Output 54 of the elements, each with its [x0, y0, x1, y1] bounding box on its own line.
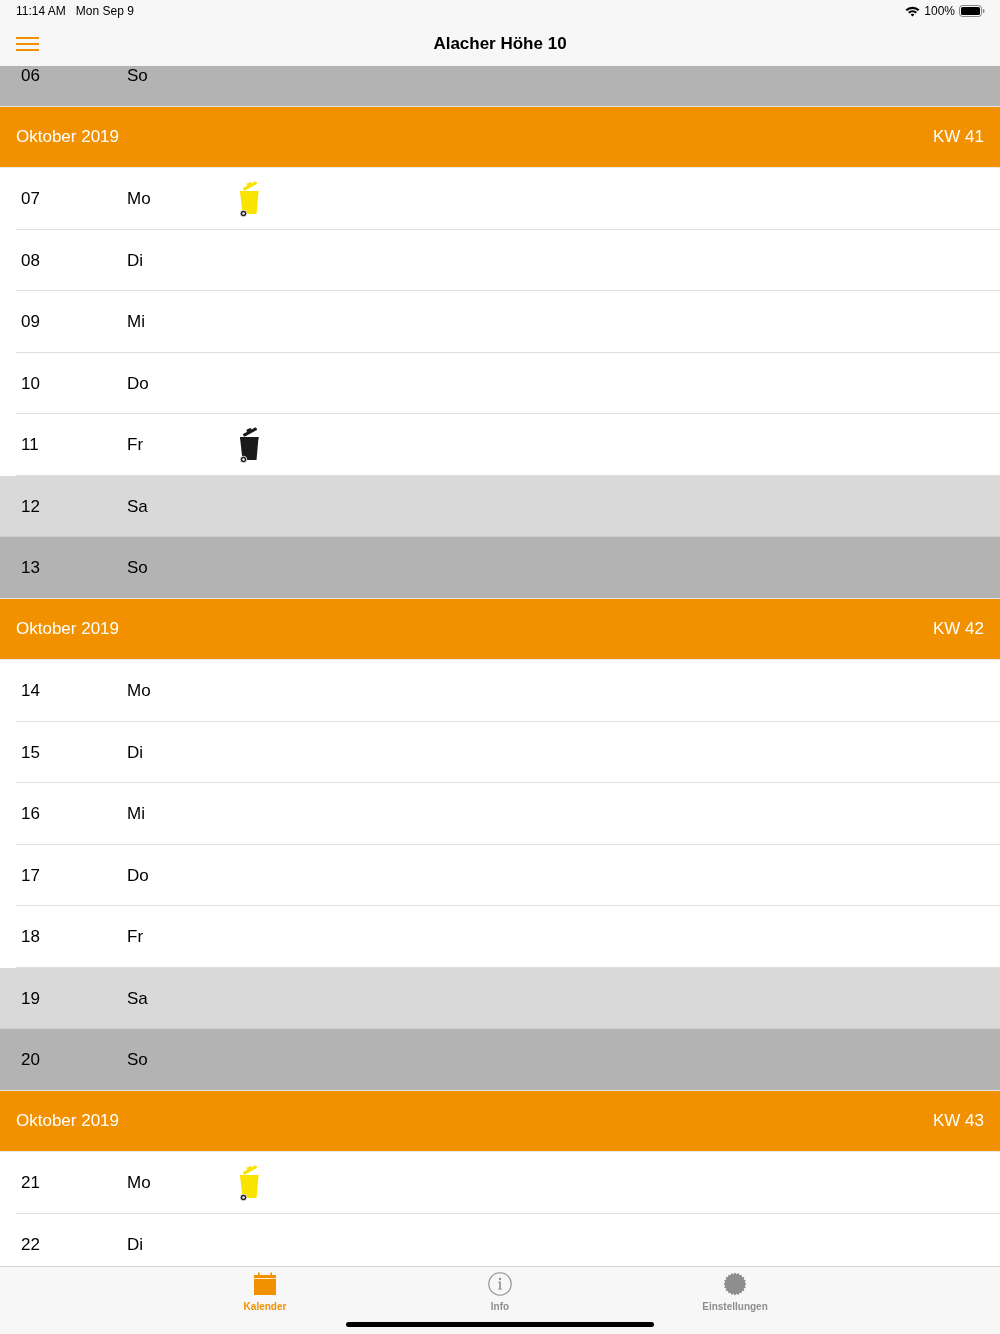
weekday-label: Mo — [127, 1172, 152, 1194]
day-number: 06 — [21, 66, 41, 87]
day-number: 22 — [21, 1233, 41, 1256]
menu-button[interactable] — [16, 37, 39, 51]
weekday-label: Do — [127, 372, 150, 395]
day-number: 09 — [21, 311, 41, 333]
weekday-label: So — [127, 1049, 149, 1071]
weekday-label: So — [127, 66, 149, 87]
weekday-label: Mo — [127, 680, 152, 702]
day-number: 12 — [21, 495, 41, 518]
status-date: Mon Sep 9 — [75, 3, 134, 20]
day-number: 17 — [21, 864, 41, 887]
day-number: 18 — [21, 926, 41, 948]
day-number: 13 — [21, 557, 41, 579]
day-number: 14 — [21, 680, 41, 702]
weekday-label: Di — [127, 741, 145, 764]
month-label: Oktober 2019 — [16, 1110, 119, 1132]
weekday-label: Di — [127, 1233, 145, 1256]
weekday-label: Di — [127, 249, 145, 272]
day-number: 10 — [21, 372, 41, 395]
screen-title: Alacher Höhe 10 — [433, 33, 567, 56]
calendar-icon — [253, 1272, 277, 1296]
day-number: 20 — [21, 1049, 41, 1071]
battery-icon — [959, 5, 985, 17]
weekday-label: Mo — [127, 188, 152, 210]
week-number: KW 42 — [932, 618, 984, 640]
tab-item[interactable]: Info — [382, 1272, 618, 1313]
weekday-label: Mi — [127, 311, 146, 333]
day-number: 07 — [21, 188, 41, 210]
weekday-label: Fr — [127, 434, 145, 456]
weekday-label: Sa — [127, 495, 149, 518]
day-number: 16 — [21, 803, 41, 825]
week-number: KW 41 — [932, 126, 984, 148]
status-time: 11:14 AM — [16, 3, 66, 20]
tab-item[interactable]: Kalender — [147, 1272, 383, 1313]
month-label: Oktober 2019 — [16, 618, 119, 640]
day-number: 11 — [21, 434, 40, 456]
battery-percentage: 100% — [924, 3, 955, 20]
weekday-label: Mi — [127, 803, 146, 825]
day-number: 19 — [21, 987, 41, 1010]
weekday-label: So — [127, 557, 149, 579]
settings-icon — [723, 1272, 747, 1296]
month-label: Oktober 2019 — [16, 126, 119, 148]
wifi-icon — [905, 5, 921, 17]
day-number: 21 — [21, 1172, 41, 1194]
tab-item[interactable]: Einstellungen — [617, 1272, 853, 1313]
day-number: 15 — [21, 741, 41, 764]
week-number: KW 43 — [932, 1110, 984, 1132]
weekday-label: Do — [127, 864, 150, 887]
weekday-label: Sa — [127, 987, 149, 1010]
weekday-label: Fr — [127, 926, 145, 948]
info-icon — [488, 1272, 512, 1296]
menu-icon — [16, 37, 39, 51]
day-number: 08 — [21, 249, 41, 272]
